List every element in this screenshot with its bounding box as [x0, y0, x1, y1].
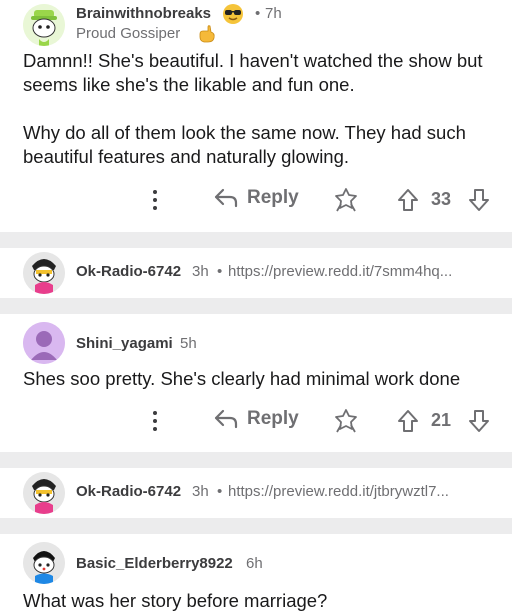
username[interactable]: Ok-Radio-6742 — [76, 483, 181, 500]
reply-arrow-icon — [213, 187, 239, 209]
username[interactable]: Brainwithnobreaks — [76, 5, 211, 22]
dot-separator: • — [255, 5, 261, 22]
comment-shini-yagami: Shini_yagami 5h Shes soo pretty. She's c… — [0, 314, 512, 452]
comment-time: 3h — [192, 263, 209, 280]
comment-actions: Reply 33 — [0, 185, 512, 215]
avatar[interactable] — [23, 322, 65, 364]
sunglasses-emoji-icon — [222, 3, 244, 25]
dot-separator: • — [217, 263, 223, 280]
pointing-hand-emoji-icon — [197, 24, 217, 44]
preview-link[interactable]: https://preview.redd.it/7smm4hq... — [228, 263, 452, 280]
preview-link[interactable]: https://preview.redd.it/jtbrywztl7... — [228, 483, 449, 500]
reply-arrow-icon — [213, 408, 239, 430]
reply-label: Reply — [247, 408, 299, 429]
username[interactable]: Ok-Radio-6742 — [76, 263, 181, 280]
comment-time: 7h — [265, 5, 282, 22]
vote-count: 33 — [431, 189, 452, 209]
comment-body: What was her story before marriage? — [23, 589, 493, 613]
comment-time: 3h — [192, 483, 209, 500]
more-vertical-icon[interactable] — [148, 188, 162, 212]
comment-body: Shes soo pretty. She's clearly had minim… — [23, 367, 493, 391]
comment-brainwithnobreaks: Brainwithnobreaks • 7h Proud Gossiper Da… — [0, 0, 512, 232]
comment-actions: Reply 21 — [0, 406, 512, 436]
avatar[interactable] — [23, 472, 65, 514]
divider — [0, 518, 512, 534]
comment-basic-elderberry: Basic_Elderberry8922 6h What was her sto… — [0, 534, 512, 614]
comment-time: 5h — [180, 335, 197, 352]
comment-paragraph: Shes soo pretty. She's clearly had minim… — [23, 368, 461, 389]
divider — [0, 232, 512, 248]
award-icon[interactable] — [333, 408, 359, 434]
upvote-arrow-icon[interactable] — [397, 188, 419, 212]
downvote-arrow-icon[interactable] — [468, 188, 490, 212]
comment-paragraph: Damnn!! She's beautiful. I haven't watch… — [23, 50, 483, 95]
comment-paragraph: What was her story before marriage? — [23, 590, 328, 611]
collapsed-comment[interactable]: Ok-Radio-6742 3h • https://preview.redd.… — [0, 248, 512, 298]
divider — [0, 298, 512, 314]
avatar[interactable] — [23, 542, 65, 584]
dot-separator: • — [217, 483, 223, 500]
upvote-arrow-icon[interactable] — [397, 409, 419, 433]
reply-label: Reply — [247, 187, 299, 208]
divider — [0, 452, 512, 468]
comment-time: 6h — [246, 555, 263, 572]
username[interactable]: Basic_Elderberry8922 — [76, 555, 233, 572]
vote-count: 21 — [431, 410, 452, 430]
award-icon[interactable] — [333, 187, 359, 213]
more-vertical-icon[interactable] — [148, 409, 162, 433]
downvote-arrow-icon[interactable] — [468, 409, 490, 433]
reply-button[interactable]: Reply — [213, 408, 299, 430]
comment-body: Damnn!! She's beautiful. I haven't watch… — [23, 49, 493, 169]
collapsed-comment[interactable]: Ok-Radio-6742 3h • https://preview.redd.… — [0, 468, 512, 518]
avatar[interactable] — [23, 4, 65, 46]
reply-button[interactable]: Reply — [213, 187, 299, 209]
username[interactable]: Shini_yagami — [76, 335, 173, 352]
user-flair: Proud Gossiper — [76, 25, 181, 42]
avatar[interactable] — [23, 252, 65, 294]
comment-paragraph: Why do all of them look the same now. Th… — [23, 122, 466, 167]
